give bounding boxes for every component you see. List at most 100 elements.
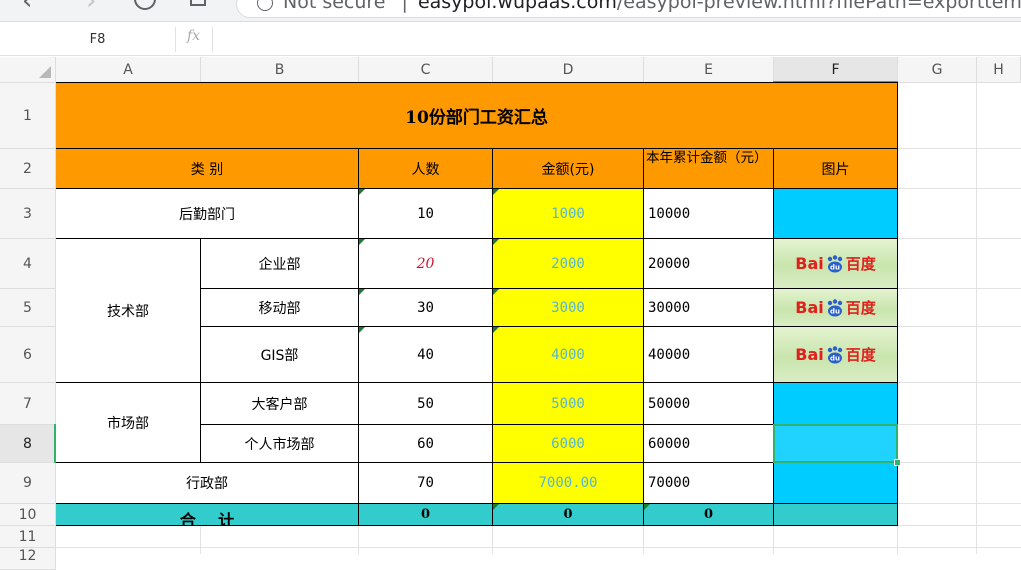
baidu-logo-image: Bai du 百度 xyxy=(795,344,876,364)
gridline xyxy=(898,382,1021,383)
column-header-h[interactable]: H xyxy=(977,57,1021,83)
baidu-paw-icon: du xyxy=(827,254,842,272)
baidu-paw-icon: du xyxy=(827,345,842,363)
cell-key-account-ytd[interactable]: 50000 xyxy=(644,383,774,425)
cell-mobile-people[interactable]: 30 xyxy=(359,289,493,327)
cell-total-people[interactable]: 0 xyxy=(359,504,493,526)
cell-gis-ytd[interactable]: 40000 xyxy=(644,327,774,383)
row-header-10[interactable]: 10 xyxy=(0,504,56,526)
cell-logistics-label[interactable]: 后勤部门 xyxy=(56,189,359,239)
cell-total-amount[interactable]: 0 xyxy=(493,504,644,526)
spreadsheet-grid: A B C D E F G H 1 2 3 4 5 6 7 8 9 10 11 … xyxy=(0,0,1021,570)
cell-logistics-people[interactable]: 10 xyxy=(359,189,493,239)
baidu-logo-cn: 百度 xyxy=(845,254,876,273)
select-all-corner[interactable] xyxy=(0,57,56,83)
row-header-1[interactable]: 1 xyxy=(0,83,56,149)
select-all-triangle-icon xyxy=(39,66,51,78)
cell-gis-amount[interactable]: 4000 xyxy=(493,327,644,383)
baidu-logo-image: Bai du 百度 xyxy=(795,297,876,317)
gridline xyxy=(898,503,1021,504)
column-header-a[interactable]: A xyxy=(56,57,201,83)
cell-total-ytd[interactable]: 0 xyxy=(644,504,774,526)
cell-gis-picture[interactable]: Bai du 百度 xyxy=(774,327,898,383)
gridline xyxy=(898,148,1021,149)
cell-admin-label[interactable]: 行政部 xyxy=(56,463,359,504)
cell-admin-picture[interactable] xyxy=(774,463,898,504)
fill-handle[interactable] xyxy=(894,459,901,466)
cell-logistics-ytd[interactable]: 10000 xyxy=(644,189,774,239)
cell-mobile-label[interactable]: 移动部 xyxy=(201,289,359,327)
cell-total-picture[interactable] xyxy=(774,504,898,526)
svg-text:du: du xyxy=(830,354,840,362)
gridline xyxy=(898,188,1021,189)
cell-key-account-label[interactable]: 大客户部 xyxy=(201,383,359,425)
column-header-e[interactable]: E xyxy=(644,57,774,83)
cell-admin-ytd[interactable]: 70000 xyxy=(644,463,774,504)
row-header-5[interactable]: 5 xyxy=(0,289,56,327)
baidu-logo-latin: Bai xyxy=(795,344,824,364)
cell-enterprise-picture[interactable]: Bai du 百度 xyxy=(774,239,898,289)
sheet-title[interactable]: 10份部门工资汇总 xyxy=(56,82,898,149)
cell-key-account-people[interactable]: 50 xyxy=(359,383,493,425)
row-header-2[interactable]: 2 xyxy=(0,149,56,189)
row-header-4[interactable]: 4 xyxy=(0,239,56,289)
cell-logistics-amount[interactable]: 1000 xyxy=(493,189,644,239)
baidu-logo-latin: Bai xyxy=(795,253,824,273)
cell-mobile-picture[interactable]: Bai du 百度 xyxy=(774,289,898,327)
column-header-f[interactable]: F xyxy=(774,57,898,83)
row-header-6[interactable]: 6 xyxy=(0,327,56,383)
cell-personal-market-people[interactable]: 60 xyxy=(359,425,493,463)
baidu-logo-cn: 百度 xyxy=(845,345,876,364)
cell-mobile-ytd[interactable]: 30000 xyxy=(644,289,774,327)
column-header-g[interactable]: G xyxy=(898,57,977,83)
row-header-9[interactable]: 9 xyxy=(0,463,56,504)
cell-logistics-picture[interactable] xyxy=(774,189,898,239)
gridline xyxy=(898,238,1021,239)
gridline xyxy=(773,525,774,554)
row-header-7[interactable]: 7 xyxy=(0,383,56,425)
cell-total-label[interactable]: 合 计 xyxy=(56,504,359,526)
row-header-3[interactable]: 3 xyxy=(0,189,56,239)
cell-admin-people[interactable]: 70 xyxy=(359,463,493,504)
header-category[interactable]: 类 别 xyxy=(56,149,359,189)
cell-enterprise-ytd[interactable]: 20000 xyxy=(644,239,774,289)
baidu-logo-latin: Bai xyxy=(795,297,824,317)
cell-personal-market-label[interactable]: 个人市场部 xyxy=(201,425,359,463)
gridline xyxy=(643,525,644,554)
cell-enterprise-amount[interactable]: 2000 xyxy=(493,239,644,289)
cell-gis-label[interactable]: GIS部 xyxy=(201,327,359,383)
column-header-c[interactable]: C xyxy=(359,57,493,83)
row-header-8[interactable]: 8 xyxy=(0,425,56,463)
gridline xyxy=(898,326,1021,327)
cell-admin-amount[interactable]: 7000.00 xyxy=(493,463,644,504)
gridline xyxy=(200,525,201,554)
header-amount[interactable]: 金额(元) xyxy=(493,149,644,189)
row-header-12[interactable]: 12 xyxy=(0,548,56,570)
cell-personal-market-amount[interactable]: 6000 xyxy=(493,425,644,463)
gridline xyxy=(358,525,359,554)
cell-key-account-picture[interactable] xyxy=(774,383,898,425)
baidu-logo-cn: 百度 xyxy=(845,298,876,317)
cell-gis-people[interactable]: 40 xyxy=(359,327,493,383)
cell-key-account-amount[interactable]: 5000 xyxy=(493,383,644,425)
gridline xyxy=(898,424,1021,425)
gridline xyxy=(898,288,1021,289)
gridline xyxy=(492,525,493,554)
cell-tech-dept-label[interactable]: 技术部 xyxy=(56,239,201,383)
svg-text:du: du xyxy=(830,307,840,315)
gridline xyxy=(976,82,977,554)
header-people[interactable]: 人数 xyxy=(359,149,493,189)
active-cell-selection[interactable] xyxy=(773,424,898,463)
header-ytd-amount[interactable]: 本年累计金额（元） xyxy=(644,149,774,189)
column-header-b[interactable]: B xyxy=(201,57,359,83)
cell-enterprise-people[interactable]: 20 xyxy=(359,239,493,289)
row-header-11[interactable]: 11 xyxy=(0,526,56,548)
gridline xyxy=(898,462,1021,463)
cell-mobile-amount[interactable]: 3000 xyxy=(493,289,644,327)
cell-enterprise-label[interactable]: 企业部 xyxy=(201,239,359,289)
header-picture[interactable]: 图片 xyxy=(774,149,898,189)
cell-personal-market-ytd[interactable]: 60000 xyxy=(644,425,774,463)
column-header-d[interactable]: D xyxy=(493,57,644,83)
cell-market-dept-label[interactable]: 市场部 xyxy=(56,383,201,463)
svg-text:du: du xyxy=(830,263,840,271)
